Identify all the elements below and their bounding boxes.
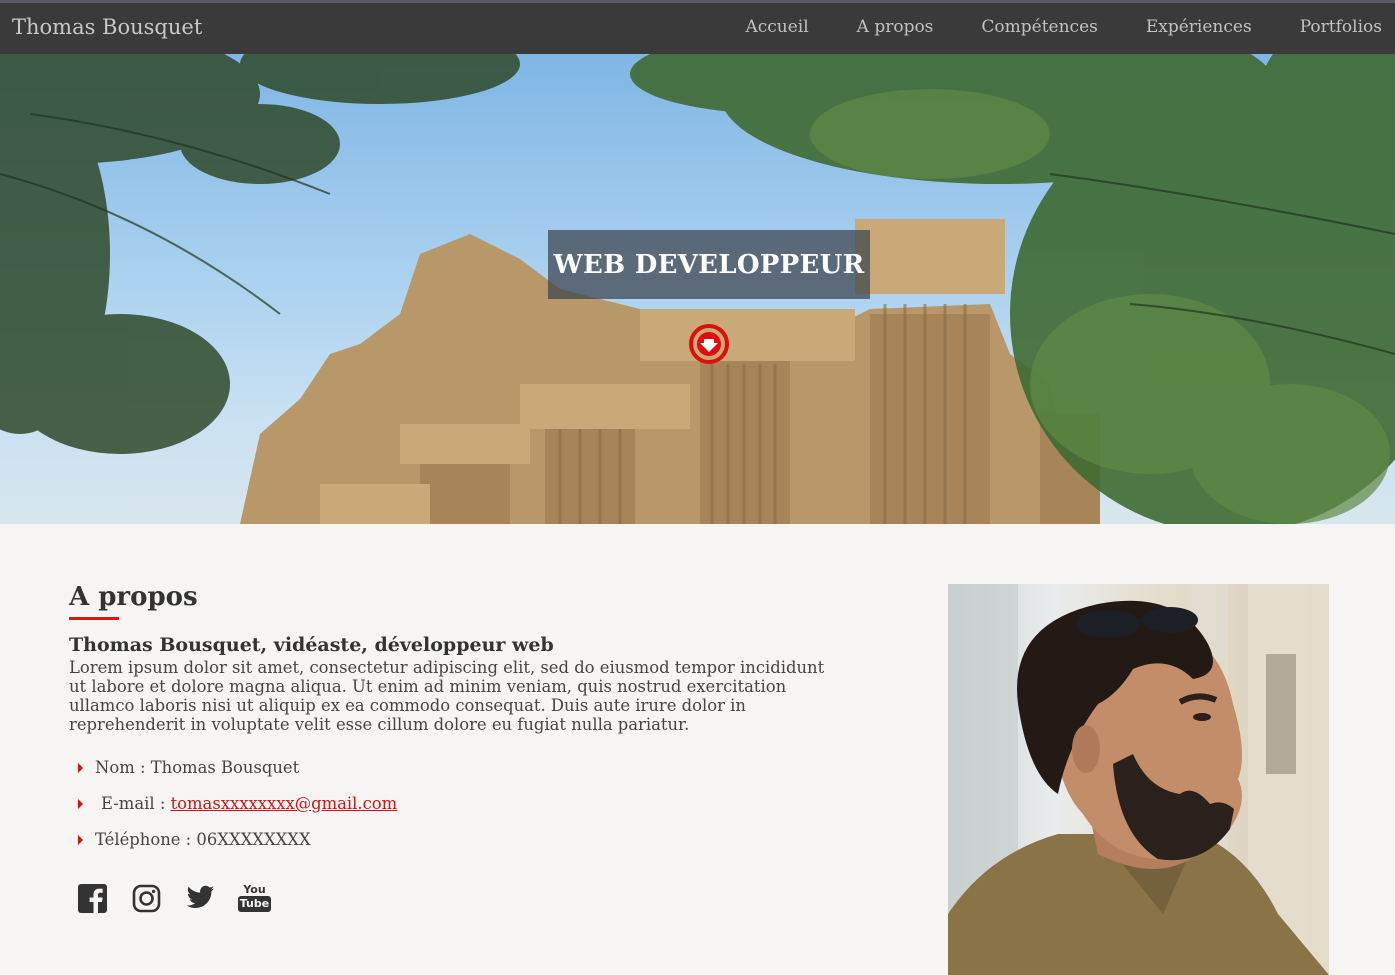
title-underline (69, 617, 119, 620)
nav-accueil[interactable]: Accueil (721, 17, 832, 37)
nav-portfolios[interactable]: Portfolios (1276, 17, 1395, 37)
list-item-email: E-mail : tomasxxxxxxxx@gmail.com (78, 794, 397, 830)
nav-a-propos[interactable]: A propos (833, 17, 958, 37)
email-label: E-mail : (101, 794, 171, 813)
arrow-down-circle-icon[interactable] (687, 322, 731, 366)
nav-competences[interactable]: Compétences (957, 17, 1121, 37)
youtube-icon[interactable]: You Tube (237, 882, 272, 914)
about-subtitle: Thomas Bousquet, vidéaste, développeur w… (69, 634, 554, 656)
hero-banner: WEB DEVELOPPEUR (0, 54, 1395, 524)
twitter-icon[interactable] (186, 882, 215, 914)
instagram-icon[interactable] (132, 882, 161, 914)
email-link[interactable]: tomasxxxxxxxx@gmail.com (171, 794, 398, 813)
caret-right-icon (78, 835, 83, 845)
caret-right-icon (78, 799, 83, 809)
navbar: Thomas Bousquet Accueil A propos Compéte… (0, 0, 1395, 54)
youtube-tube-text: Tube (237, 896, 272, 912)
facebook-icon[interactable] (78, 882, 107, 914)
nav-experiences[interactable]: Expériences (1122, 17, 1276, 37)
youtube-you-text: You (243, 883, 266, 896)
contact-list: Nom : Thomas Bousquet E-mail : tomasxxxx… (78, 758, 397, 866)
profile-photo (948, 584, 1329, 975)
main-nav: Accueil A propos Compétences Expériences… (721, 17, 1395, 37)
list-item-name: Nom : Thomas Bousquet (78, 758, 397, 794)
about-title: A propos (69, 582, 198, 612)
caret-right-icon (78, 763, 83, 773)
brand-link[interactable]: Thomas Bousquet (12, 15, 202, 39)
list-item-phone: Téléphone : 06XXXXXXXX (78, 830, 397, 866)
hero-title: WEB DEVELOPPEUR (548, 230, 870, 299)
phone-label: Téléphone : (95, 830, 197, 849)
phone-value: 06XXXXXXXX (196, 830, 311, 849)
name-label: Nom : (95, 758, 151, 777)
social-links: You Tube (78, 882, 272, 914)
name-value: Thomas Bousquet (150, 758, 300, 777)
about-text: Lorem ipsum dolor sit amet, consectetur … (69, 658, 825, 734)
